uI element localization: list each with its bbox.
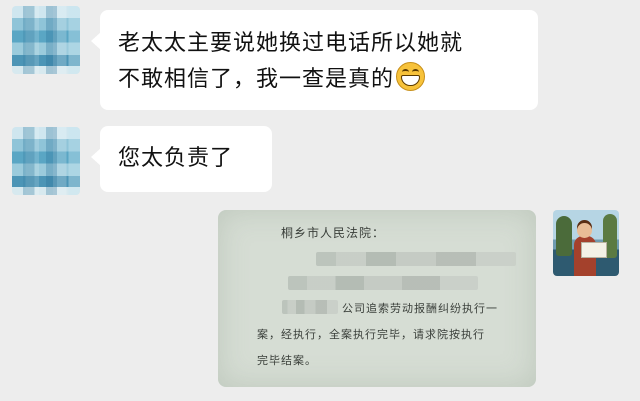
contact-avatar[interactable] xyxy=(12,6,80,74)
image-message[interactable]: 桐乡市人民法院： 公司追索劳动报酬纠纷执行一 案，经执行，全案执行完毕，请求院按… xyxy=(218,210,536,387)
message-text: 不敢相信了，我一查是真的 xyxy=(118,67,395,92)
redaction-blur xyxy=(288,276,478,290)
document-line: 公司追索劳动报酬纠纷执行一 xyxy=(342,302,498,315)
contact-avatar[interactable] xyxy=(12,127,80,195)
message-line: 老太太主要说她换过电话所以她就 xyxy=(118,31,464,56)
grin-icon xyxy=(396,62,426,91)
message-line: 不敢相信了，我一查是真的 xyxy=(118,62,520,98)
own-avatar[interactable] xyxy=(553,210,619,276)
redaction-blur xyxy=(316,252,516,266)
redaction-blur xyxy=(282,300,338,314)
document-line: 完毕结案。 xyxy=(257,354,317,367)
message-bubble[interactable]: 老太太主要说她换过电话所以她就 不敢相信了，我一查是真的 xyxy=(91,10,538,110)
message-bubble[interactable]: 您太负责了 xyxy=(91,126,272,192)
document-heading: 桐乡市人民法院： xyxy=(281,226,386,240)
document-line: 案，经执行，全案执行完毕，请求院按执行 xyxy=(257,328,485,341)
message-text: 您太负责了 xyxy=(118,146,234,171)
